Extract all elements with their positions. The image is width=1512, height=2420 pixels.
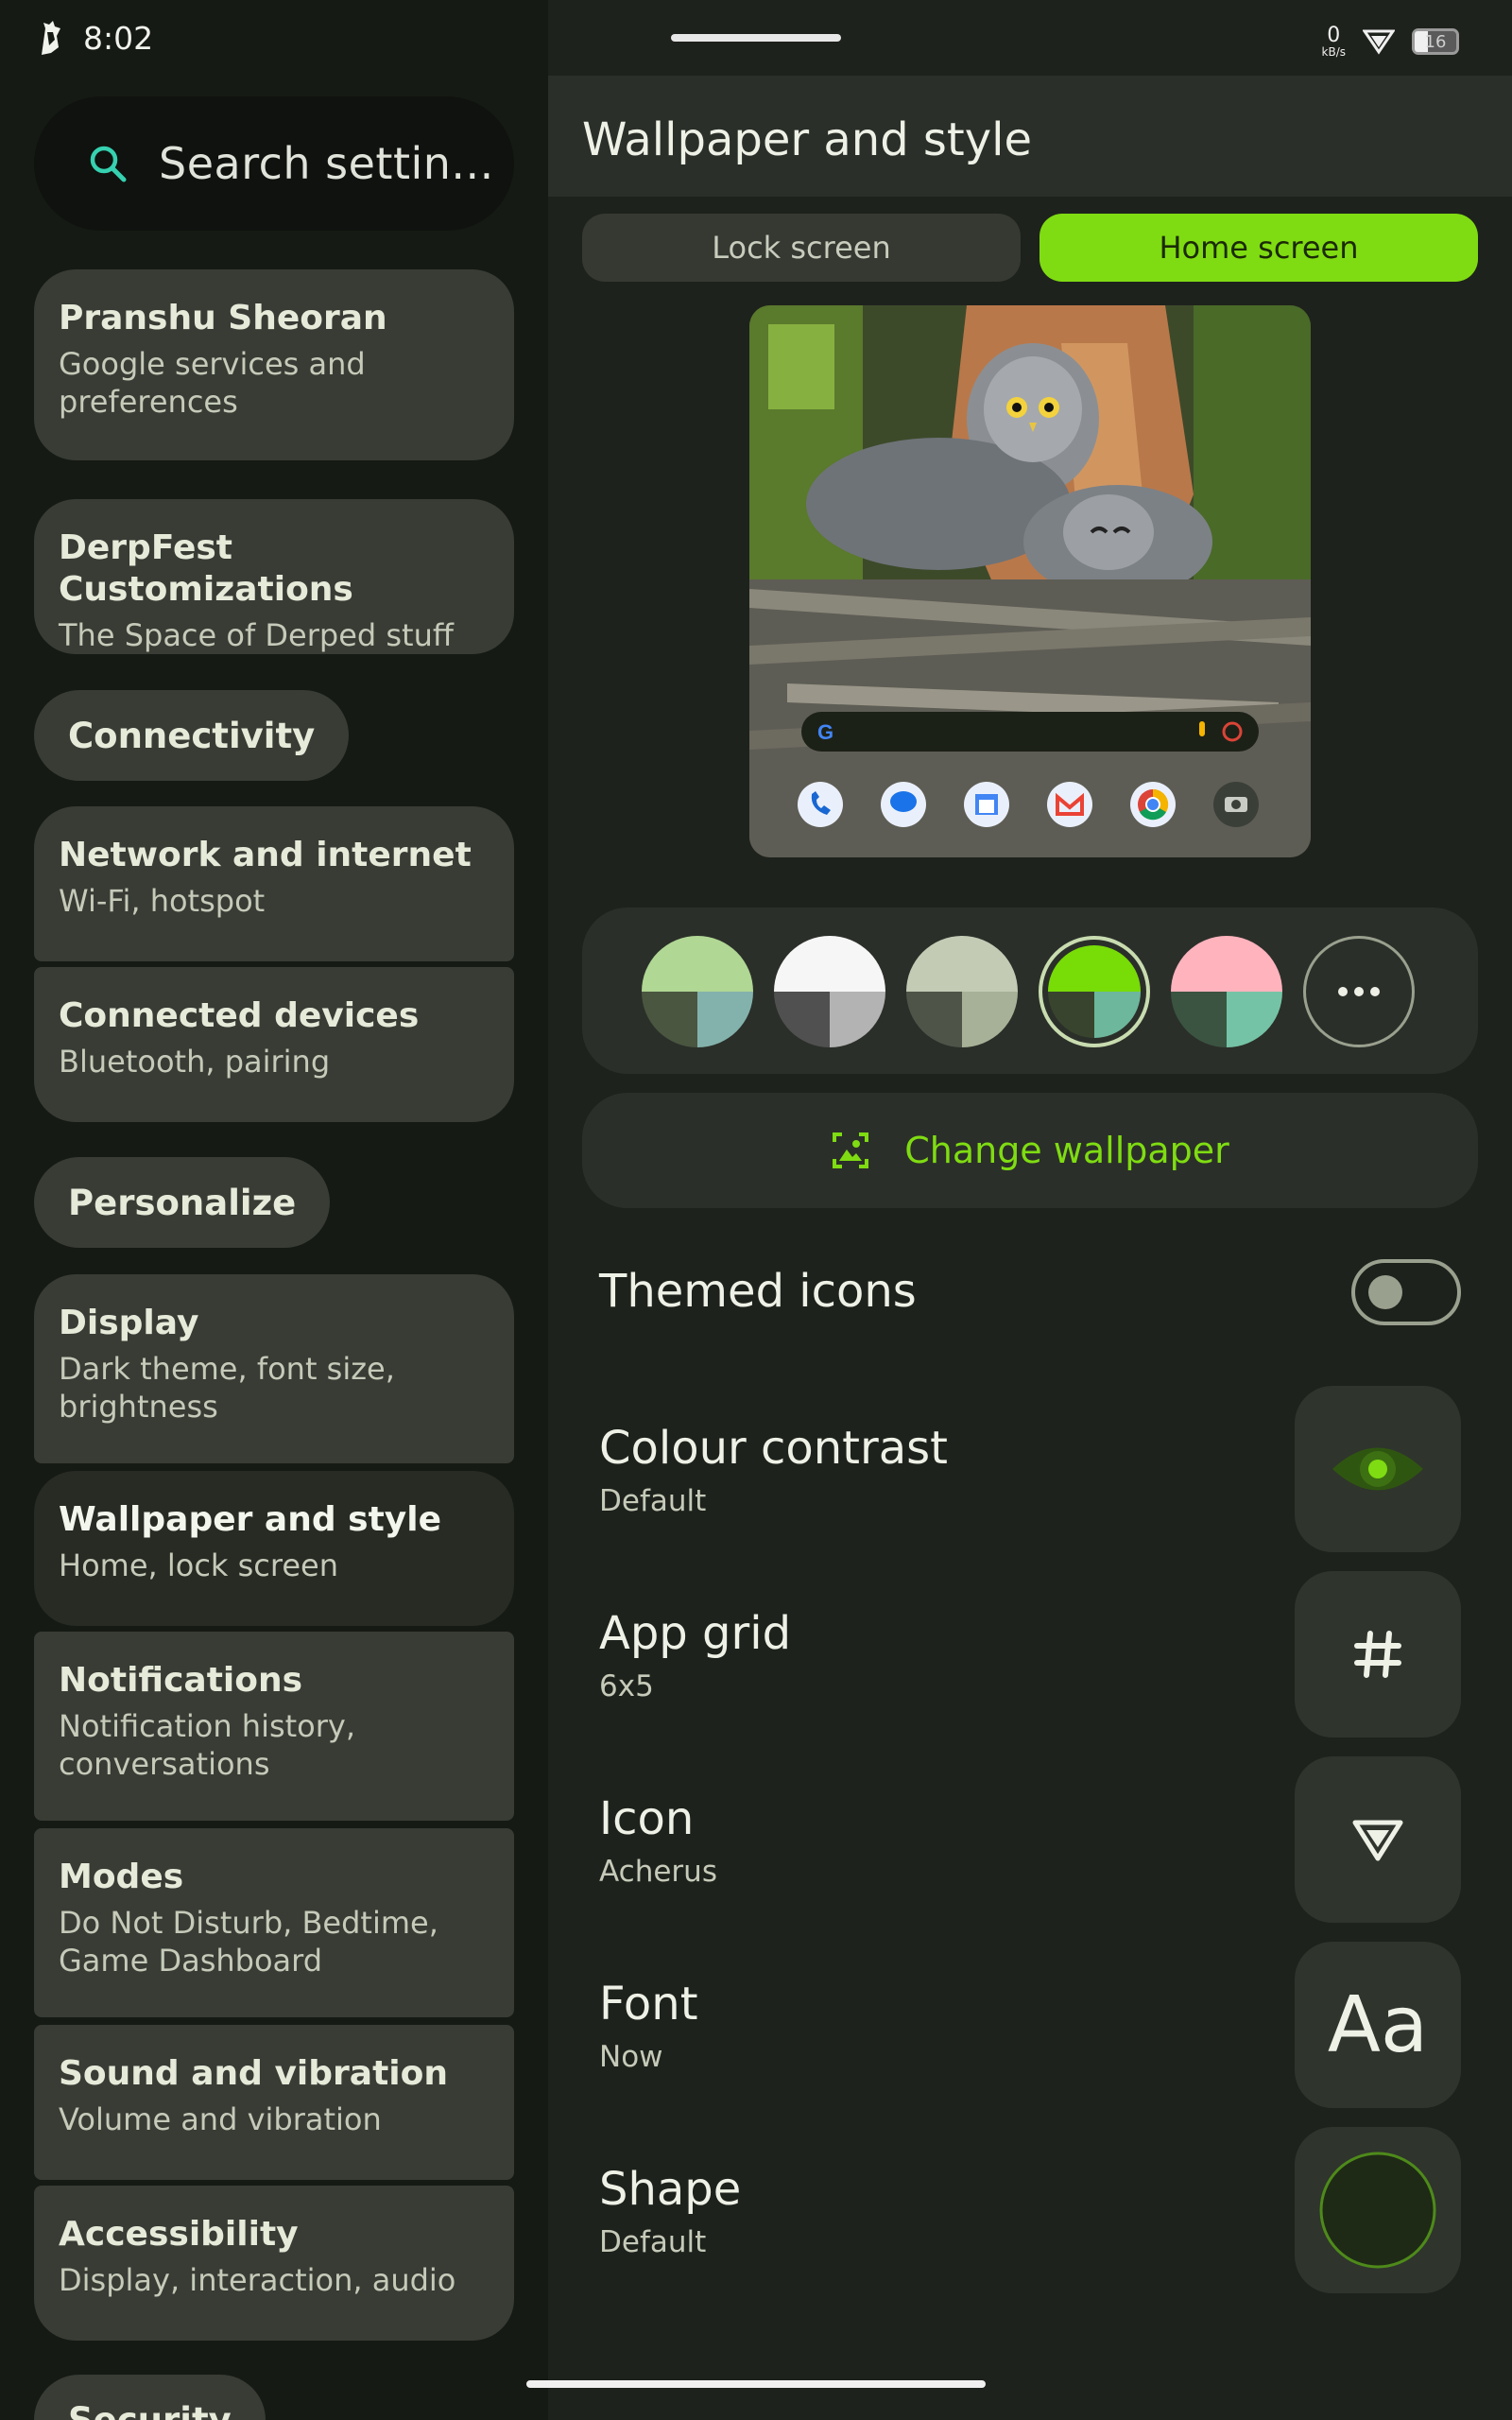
palette-swatch-5[interactable]	[1171, 936, 1282, 1047]
sidebar-item-title: Sound and vibration	[59, 2054, 448, 2093]
screen-tabs: Lock screen Home screen	[582, 214, 1478, 282]
circle-shape-icon	[1319, 2152, 1436, 2269]
shield-icon	[1352, 1820, 1403, 1861]
status-time: 8:02	[83, 19, 154, 57]
hash-icon	[1354, 1631, 1401, 1678]
sidebar-item-account[interactable]: Pranshu Sheoran Google services and pref…	[34, 269, 514, 460]
sidebar-item-subtitle: Google services and preferences	[59, 346, 366, 420]
sidebar-item-wallpaper-and-style[interactable]: Wallpaper and style Home, lock screen	[34, 1471, 514, 1626]
search-bar[interactable]: Search settin...	[34, 96, 514, 231]
search-placeholder: Search settin...	[159, 138, 494, 189]
sidebar-item-title: Connected devices	[59, 996, 420, 1035]
sidebar-item-subtitle: The Space of Derped stuff	[59, 617, 454, 653]
search-icon	[90, 146, 127, 182]
wallpaper-icon	[833, 1132, 869, 1168]
palette-swatch-3[interactable]	[906, 936, 1018, 1047]
setting-title-font: Font	[599, 1978, 698, 2031]
sidebar-item-title: Pranshu Sheoran	[59, 299, 387, 337]
setting-title-app-grid: App grid	[599, 1607, 792, 1660]
network-speed: 0 kB/s	[1321, 24, 1346, 59]
setting-value-shape: Default	[599, 2225, 707, 2259]
setting-title-colour-contrast: Colour contrast	[599, 1422, 948, 1475]
section-header-connectivity: Connectivity	[34, 690, 350, 781]
themed-icons-label: Themed icons	[599, 1265, 917, 1318]
themed-icons-toggle[interactable]	[1351, 1259, 1461, 1325]
sidebar-item-display[interactable]: Display Dark theme, font size, brightnes…	[34, 1274, 514, 1463]
sidebar-item-subtitle: Notification history, conversations	[59, 1708, 356, 1782]
wallpaper-and-style-pane: 0 kB/s 16 Wallpaper and style Lock scree…	[548, 0, 1512, 2420]
sidebar-item-title: Accessibility	[59, 2215, 299, 2254]
status-bar-left: 8:02	[38, 17, 153, 59]
setting-title-icon: Icon	[599, 1792, 695, 1845]
sidebar-item-subtitle: Do Not Disturb, Bedtime, Game Dashboard	[59, 1905, 438, 1979]
palette-swatch-1[interactable]	[642, 936, 753, 1047]
sidebar-item-accessibility[interactable]: Accessibility Display, interaction, audi…	[34, 2186, 514, 2341]
sidebar-item-network[interactable]: Network and internet Wi-Fi, hotspot	[34, 806, 514, 961]
change-wallpaper-button[interactable]: Change wallpaper	[582, 1093, 1478, 1208]
settings-sidebar: 8:02 Search settin... Pranshu Sheoran Go…	[0, 0, 548, 2420]
palette-swatch-4-selected[interactable]	[1039, 936, 1150, 1047]
setting-value-font: Now	[599, 2040, 663, 2074]
section-header-security: Security	[34, 2375, 266, 2420]
signal-icon	[1363, 29, 1395, 55]
battery-icon: 16	[1412, 28, 1459, 55]
sidebar-item-title: Wallpaper and style	[59, 1500, 442, 1539]
sidebar-item-subtitle: Home, lock screen	[59, 1547, 338, 1583]
tab-home-screen[interactable]: Home screen	[1040, 214, 1478, 282]
setting-value-app-grid: 6x5	[599, 1669, 654, 1703]
toggle-knob	[1368, 1275, 1402, 1309]
more-horiz-icon	[1338, 987, 1348, 996]
more-colors-button[interactable]	[1303, 936, 1415, 1047]
shape-button[interactable]	[1295, 2127, 1461, 2293]
sidebar-item-title: Network and internet	[59, 836, 472, 874]
app-grid-button[interactable]	[1295, 1571, 1461, 1737]
sidebar-item-title: Notifications	[59, 1661, 303, 1700]
colour-contrast-button[interactable]	[1295, 1386, 1461, 1552]
wallpaper-preview[interactable]: G	[749, 305, 1311, 857]
sidebar-item-subtitle: Volume and vibration	[59, 2101, 382, 2137]
owl-wallpaper-image: G	[749, 305, 1311, 857]
color-palette-picker	[582, 908, 1478, 1074]
status-bar-right: 0 kB/s 16	[1322, 23, 1459, 60]
sidebar-item-subtitle: Dark theme, font size, brightness	[59, 1351, 395, 1425]
section-header-personalize: Personalize	[34, 1157, 331, 1248]
sidebar-item-title: DerpFest Customizations	[59, 528, 353, 609]
sidebar-item-subtitle: Display, interaction, audio	[59, 2262, 456, 2298]
sidebar-item-title: Modes	[59, 1858, 184, 1896]
page-title: Wallpaper and style	[582, 113, 1033, 166]
setting-value-icon: Acherus	[599, 1855, 717, 1889]
sidebar-item-notifications[interactable]: Notifications Notification history, conv…	[34, 1632, 514, 1821]
navigation-gesture-bar[interactable]	[526, 2380, 986, 2388]
derp-logo-icon	[42, 21, 60, 55]
font-button[interactable]: Aa	[1295, 1942, 1461, 2108]
sidebar-item-title: Display	[59, 1304, 199, 1342]
pane-drag-handle[interactable]	[671, 34, 841, 42]
icon-pack-button[interactable]	[1295, 1756, 1461, 1923]
setting-value-colour-contrast: Default	[599, 1484, 707, 1518]
sidebar-item-sound-and-vibration[interactable]: Sound and vibration Volume and vibration	[34, 2025, 514, 2180]
sidebar-item-connected-devices[interactable]: Connected devices Bluetooth, pairing	[34, 967, 514, 1122]
sidebar-item-subtitle: Bluetooth, pairing	[59, 1044, 331, 1080]
palette-swatch-2[interactable]	[774, 936, 885, 1047]
font-preview-text: Aa	[1327, 1979, 1429, 2070]
sidebar-item-subtitle: Wi-Fi, hotspot	[59, 883, 266, 919]
eye-icon	[1332, 1447, 1423, 1491]
change-wallpaper-label: Change wallpaper	[904, 1130, 1229, 1171]
page-header: Wallpaper and style	[548, 76, 1512, 197]
sidebar-item-derpfest-customizations[interactable]: DerpFest Customizations The Space of Der…	[34, 499, 514, 654]
setting-title-shape: Shape	[599, 2163, 742, 2216]
sidebar-item-modes[interactable]: Modes Do Not Disturb, Bedtime, Game Dash…	[34, 1828, 514, 2017]
tab-lock-screen[interactable]: Lock screen	[582, 214, 1021, 282]
svg-text:G: G	[817, 720, 833, 744]
